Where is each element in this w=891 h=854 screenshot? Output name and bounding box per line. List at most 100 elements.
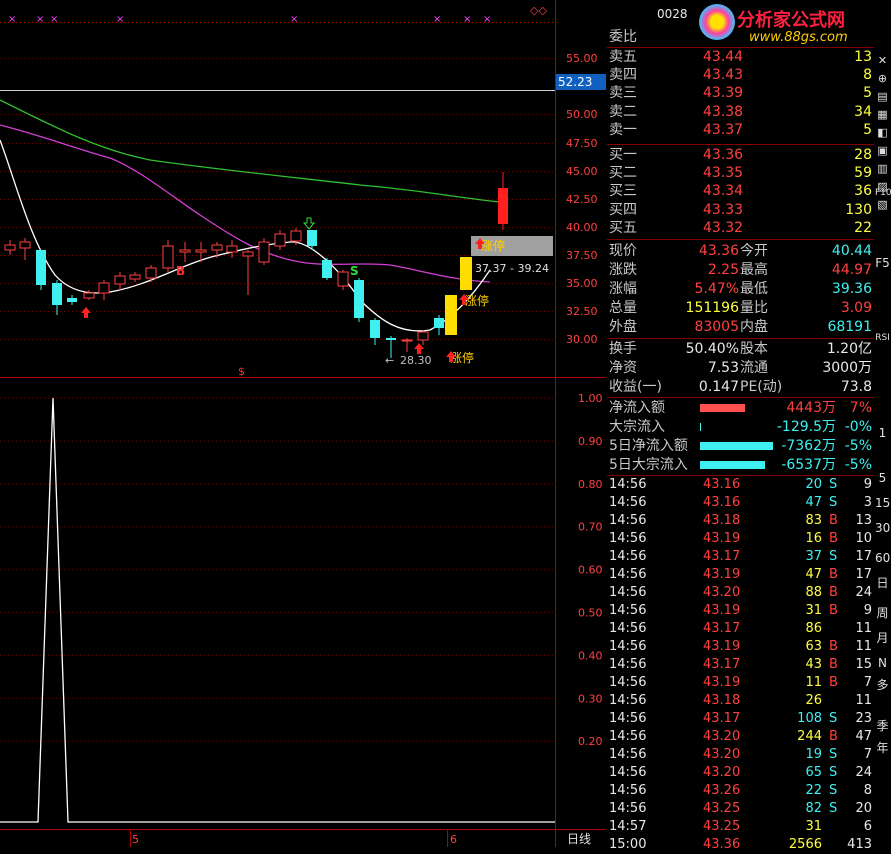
toolbar-icon[interactable]: ✕	[875, 52, 890, 69]
zhangting-label: 涨停	[450, 350, 474, 365]
stat-row: 涨幅 5.47% 最低 39.36	[609, 281, 872, 297]
ma-magenta-line	[0, 124, 491, 283]
toolbar-button[interactable]: 季	[875, 718, 890, 735]
signal-x-mark: ×	[36, 14, 44, 25]
candle-body[interactable]	[434, 318, 444, 328]
candle-body[interactable]	[370, 320, 380, 338]
candle-body[interactable]	[322, 260, 332, 278]
date-tick: 5	[132, 833, 139, 846]
toolbar-button[interactable]: 60	[875, 550, 890, 567]
flow-bar	[700, 423, 701, 431]
candle-body[interactable]	[274, 233, 286, 247]
candle-body[interactable]	[179, 249, 191, 253]
candle-body[interactable]	[52, 283, 62, 305]
candle-body[interactable]	[226, 245, 238, 253]
buy-level-row[interactable]: 买四 43.33 130	[607, 201, 874, 219]
sell-level-row[interactable]: 卖一 43.37 5	[607, 121, 874, 139]
candle-body[interactable]	[36, 250, 46, 285]
toolbar-button[interactable]: 周	[875, 605, 890, 622]
toolbar-icon[interactable]: ◧	[875, 124, 890, 141]
sell-level-row[interactable]: 卖三 43.39 5	[607, 84, 874, 102]
buy-arrow-icon	[81, 307, 91, 318]
period-label[interactable]: 日线	[567, 832, 591, 846]
candle-body[interactable]	[129, 274, 141, 280]
candle-body[interactable]	[4, 244, 16, 251]
tick-row: 14:56 43.18 83 B 13	[609, 513, 872, 528]
tick-row: 14:56 43.19 16 B 10	[609, 531, 872, 546]
toolbar-icon[interactable]: ⊕	[875, 70, 890, 87]
candle-body[interactable]	[67, 298, 77, 302]
candle-body[interactable]	[114, 275, 126, 285]
stat-row: 外盘 83005 内盘 68191	[609, 319, 872, 335]
indicator-axis-tick: 0.40	[578, 649, 603, 662]
flow-row: 大宗流入 -129.5万 -0%	[609, 419, 872, 435]
sell-level-row[interactable]: 卖二 43.38 34	[607, 103, 874, 121]
toolbar-button[interactable]: N	[875, 655, 890, 672]
candle-body[interactable]	[83, 292, 95, 299]
toolbar-icon[interactable]: ▥	[875, 160, 890, 177]
toolbar-icon[interactable]: ▣	[875, 142, 890, 159]
candle-body[interactable]	[242, 251, 254, 257]
candle-body[interactable]	[386, 338, 396, 340]
indicator-axis-tick: 0.50	[578, 607, 603, 620]
buy-level-row[interactable]: 买一 43.36 28	[607, 146, 874, 164]
toolbar-icon[interactable]: ▦	[875, 106, 890, 123]
candle-body[interactable]	[498, 188, 508, 224]
toolbar-button[interactable]: F10	[875, 185, 891, 202]
sell-level-row[interactable]: 卖五 43.44 13	[607, 48, 874, 66]
kline-chart[interactable]: × × × × × × × × ◇◇ 涨停 37.37 - 39.24 涨停 涨…	[0, 0, 606, 847]
indicator-axis-tick: 0.20	[578, 735, 603, 748]
candle-body[interactable]	[337, 271, 349, 287]
toolbar-button[interactable]: 年	[875, 740, 890, 757]
signal-x-mark: ×	[50, 14, 58, 25]
candle-body[interactable]	[417, 331, 429, 341]
tick-row: 14:56 43.17 37 S 17	[609, 549, 872, 564]
toolbar-button[interactable]: 月	[875, 630, 890, 647]
buy-level-row[interactable]: 买二 43.35 59	[607, 164, 874, 182]
toolbar-button[interactable]: 5	[875, 470, 890, 487]
range-label: 37.37 - 39.24	[475, 262, 549, 275]
toolbar-button[interactable]: F5	[875, 255, 890, 272]
tick-row: 14:56 43.20 244 B 47	[609, 729, 872, 744]
price-axis-tick: 47.50	[566, 137, 598, 150]
candle-body[interactable]	[290, 230, 302, 242]
toolbar-button[interactable]: 15	[875, 495, 890, 512]
candle-body[interactable]	[195, 249, 207, 253]
tick-row: 14:57 43.25 31 6	[609, 819, 872, 834]
flow-row: 净流入额 4443万 7%	[609, 400, 872, 416]
tick-row: 14:56 43.20 19 S 7	[609, 747, 872, 762]
price-axis-tick: 37.50	[566, 249, 598, 262]
candle-body[interactable]	[401, 339, 413, 342]
candle-body[interactable]	[354, 280, 364, 318]
stat-row: 净资 7.53 流通 3000万	[609, 360, 872, 376]
price-axis-tick: 45.00	[566, 165, 598, 178]
flow-row: 5日净流入额 -7362万 -5%	[609, 438, 872, 454]
toolbar-icon[interactable]: ▤	[875, 88, 890, 105]
toolbar-button[interactable]: 30	[875, 520, 890, 537]
flow-bar	[700, 442, 773, 450]
buy-level-row[interactable]: 买五 43.32 22	[607, 219, 874, 237]
kline-chart-area[interactable]: × × × × × × × × ◇◇ 涨停 37.37 - 39.24 涨停 涨…	[0, 0, 606, 847]
diamond-icon[interactable]: ◇◇	[530, 4, 547, 17]
toolbar-button[interactable]: RSI	[875, 330, 890, 347]
candle-body[interactable]	[98, 282, 110, 294]
indicator-axis-tick: 0.60	[578, 564, 603, 577]
limit-up-bar	[460, 257, 472, 290]
ma-green-line	[0, 99, 501, 203]
candle-body[interactable]	[19, 241, 31, 249]
side-toolbar: ✕ ⊕ ▤ ▦ ◧ ▣ ▥ ▨ ▧ F10 F5 RSI 1 5 15 30 60 日周月 N 多季年	[874, 0, 891, 847]
indicator-axis-tick: 0.90	[578, 435, 603, 448]
tick-row: 14:56 43.20 65 S 24	[609, 765, 872, 780]
buy-level-row[interactable]: 买三 43.34 36	[607, 182, 874, 200]
tick-row: 14:56 43.17 86 11	[609, 621, 872, 636]
candle-body[interactable]	[211, 244, 223, 251]
sell-level-row[interactable]: 卖四 43.43 8	[607, 66, 874, 84]
candle-body[interactable]	[162, 245, 174, 269]
toolbar-button[interactable]: 日	[875, 575, 890, 592]
toolbar-button[interactable]: 1	[875, 425, 890, 442]
toolbar-button[interactable]: 多	[875, 677, 890, 694]
candle-body[interactable]	[145, 267, 157, 279]
candle-body[interactable]	[307, 230, 317, 246]
candle-body[interactable]	[258, 241, 270, 263]
price-axis-tick: 35.00	[566, 277, 598, 290]
